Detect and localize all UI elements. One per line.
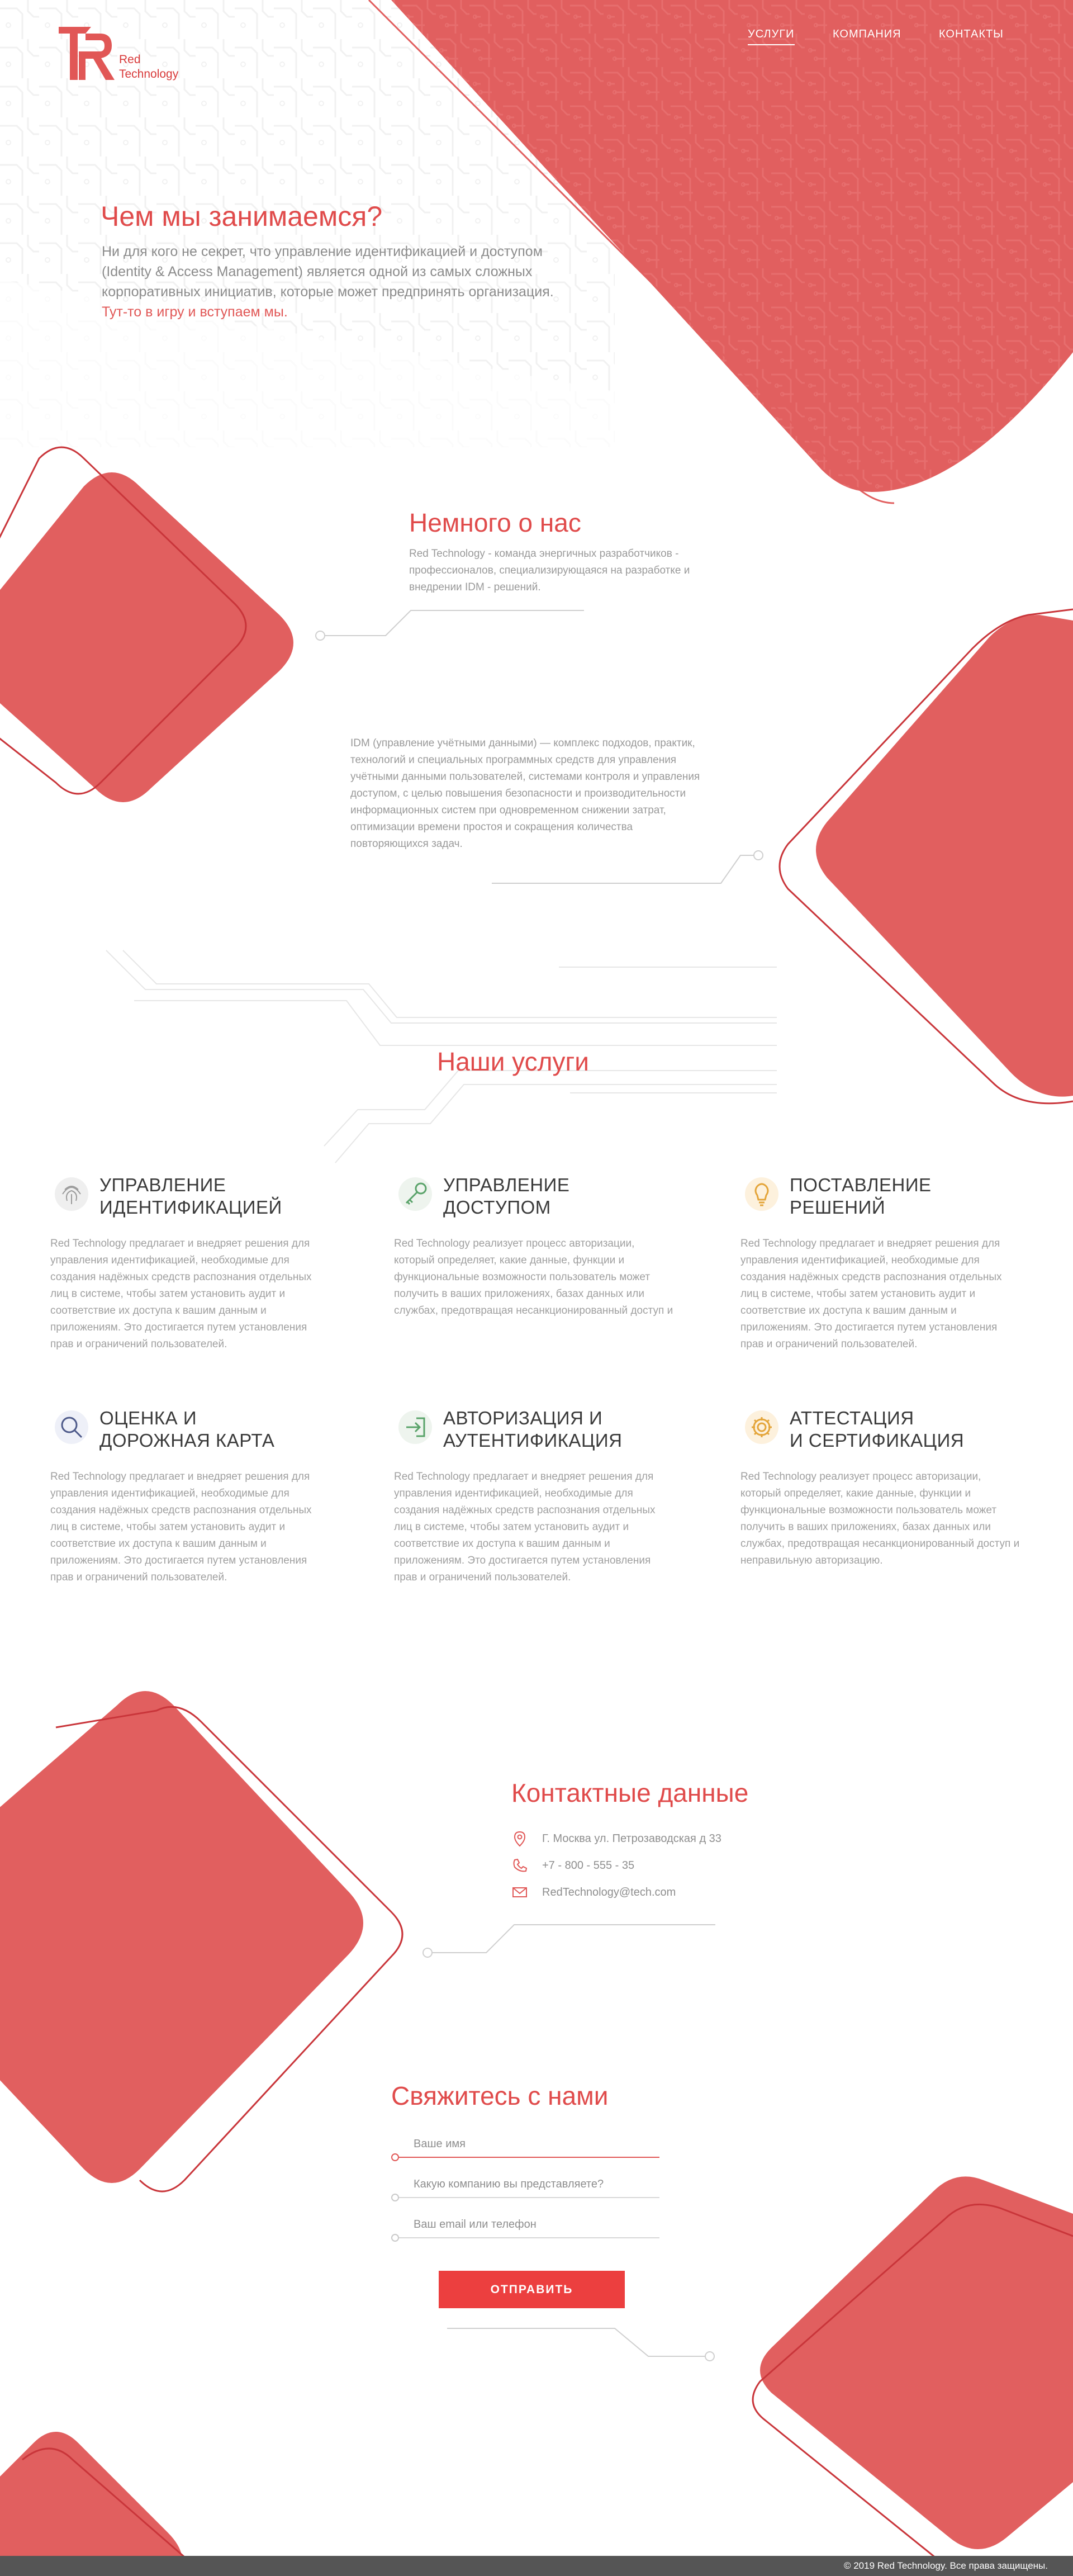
contact-address: Г. Москва ул. Петрозаводская д 33 (511, 1829, 847, 1852)
contact-email-text[interactable]: RedTechnology@tech.com (542, 1886, 676, 1899)
field-marker (391, 2234, 399, 2242)
hero-text-body: Ни для кого не секрет, что управление ид… (102, 244, 554, 300)
company-input[interactable] (414, 2175, 654, 2194)
service-text: Red Technology предлагает и внедряет реш… (50, 1471, 312, 1583)
name-input[interactable] (414, 2134, 654, 2153)
copyright-text: © 2019 Red Technology. Все права защищен… (843, 2560, 1048, 2571)
name-field (391, 2134, 659, 2162)
nav-item-company[interactable]: КОМПАНИЯ (833, 28, 901, 44)
key-icon (398, 1177, 432, 1211)
brand-name-line1: Red (119, 53, 141, 66)
service-text: Red Technology реализует процесс авториз… (740, 1471, 1020, 1566)
mail-icon (512, 1887, 527, 1897)
service-text: Red Technology предлагает и внедряет реш… (50, 1238, 312, 1350)
service-title: Авторизация и аутентификация (443, 1408, 623, 1451)
contact-field (391, 2215, 659, 2243)
contact-email[interactable]: RedTechnology@tech.com (511, 1883, 847, 1905)
idm-text: IDM (управление учётными данными) — комп… (350, 737, 700, 850)
form-title: Свяжитесь с нами (391, 2081, 609, 2110)
brand-name-line2: Technology (119, 68, 179, 80)
field-underline (399, 2157, 659, 2158)
service-text: Red Technology предлагает и внедряет реш… (740, 1238, 1002, 1350)
field-marker (391, 2153, 399, 2161)
service-title: Управление идентификацией (99, 1175, 282, 1218)
contact-phone-text[interactable]: +7 - 800 - 555 - 35 (542, 1859, 634, 1872)
services-title: Наши услуги (437, 1047, 589, 1076)
field-underline (399, 2237, 659, 2238)
hero-text: Ни для кого не секрет, что управление ид… (102, 242, 566, 322)
service-title: Оценка и дорожная карта (99, 1408, 275, 1451)
contact-input[interactable] (414, 2215, 654, 2234)
service-title: Поставление решений (790, 1175, 932, 1218)
submit-button[interactable]: Отправить (439, 2271, 625, 2308)
brand-logo[interactable]: Red Technology (59, 27, 187, 83)
hero-accent-text: Тут-то в игру и вступаем мы. (102, 304, 288, 320)
logo-mark-icon (59, 27, 115, 80)
company-field (391, 2175, 659, 2203)
fingerprint-icon (55, 1177, 88, 1211)
service-title: Аттестация и сертификация (790, 1408, 965, 1451)
field-marker (391, 2194, 399, 2201)
contacts-title: Контактные данные (511, 1778, 749, 1807)
service-text: Red Technology предлагает и внедряет реш… (394, 1471, 656, 1583)
magnifier-icon (55, 1410, 88, 1444)
gear-icon (745, 1410, 778, 1444)
footer: © 2019 Red Technology. Все права защищен… (0, 2556, 1073, 2576)
hero-title: Чем мы занимаемся? (101, 201, 383, 232)
nav-item-services[interactable]: УСЛУГИ (748, 28, 795, 45)
field-underline (399, 2197, 659, 2198)
about-title: Немного о нас (409, 508, 581, 537)
nav-item-contacts[interactable]: КОНТАКТЫ (939, 28, 1004, 44)
brand-name: Red Technology (119, 53, 178, 82)
service-text: Red Technology реализует процесс авториз… (394, 1238, 673, 1317)
service-title: Управление доступом (443, 1175, 570, 1218)
phone-icon (513, 1858, 528, 1872)
location-pin-icon (514, 1831, 526, 1847)
about-text: Red Technology - команда энергичных разр… (409, 548, 690, 593)
login-icon (398, 1410, 432, 1444)
contact-address-text: Г. Москва ул. Петрозаводская д 33 (542, 1832, 721, 1845)
lightbulb-icon (745, 1177, 778, 1211)
contact-phone[interactable]: +7 - 800 - 555 - 35 (511, 1856, 847, 1878)
